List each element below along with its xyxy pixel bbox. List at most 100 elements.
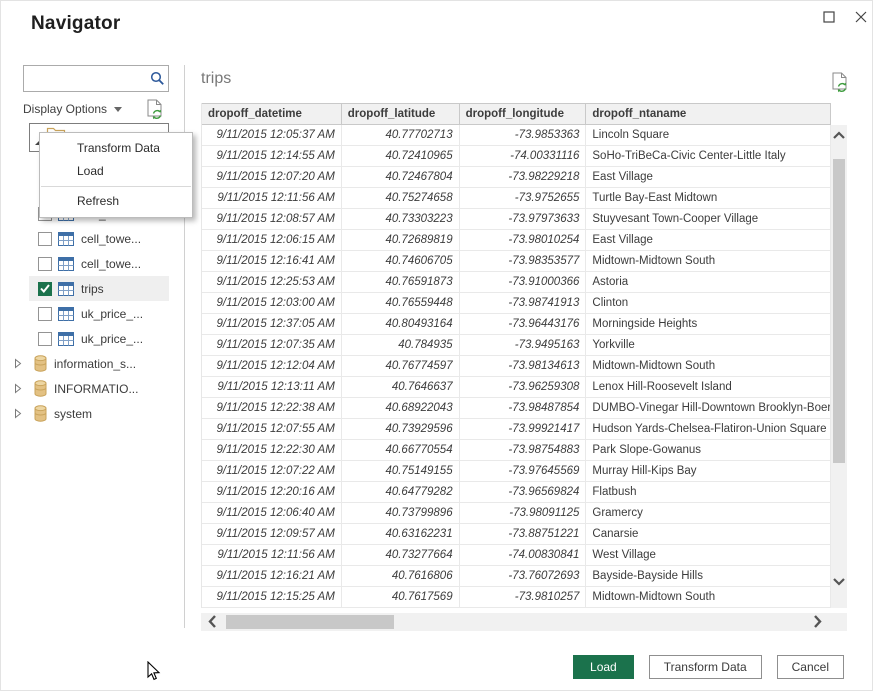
load-button[interactable]: Load <box>573 655 634 679</box>
transform-data-button[interactable]: Transform Data <box>649 655 762 679</box>
maximize-button[interactable] <box>818 7 840 27</box>
table-cell: -73.98091125 <box>460 503 587 523</box>
table-cell: Murray Hill-Kips Bay <box>586 461 831 481</box>
table-cell: East Village <box>586 230 831 250</box>
table-cell: 9/11/2015 12:22:38 AM <box>202 398 342 418</box>
scroll-down-icon[interactable] <box>831 578 847 586</box>
table-cell: -73.76072693 <box>460 566 587 586</box>
table-row: 9/11/2015 12:03:00 AM40.76559448-73.9874… <box>202 293 831 314</box>
table-cell: -73.88751221 <box>460 524 587 544</box>
item-label: system <box>54 407 92 421</box>
table-cell: 9/11/2015 12:37:05 AM <box>202 314 342 334</box>
scroll-up-icon[interactable] <box>831 131 847 139</box>
sidebar-item-informatio[interactable]: INFORMATIO... <box>1 376 183 401</box>
chevron-down-icon <box>114 107 122 112</box>
table-row: 9/11/2015 12:07:20 AM40.72467804-73.9822… <box>202 167 831 188</box>
table-cell: Canarsie <box>586 524 831 544</box>
menu-item-load[interactable]: Load <box>40 160 192 183</box>
table-cell: -73.9810257 <box>460 587 587 607</box>
scroll-right-icon[interactable] <box>814 615 822 633</box>
chevron-collapsed-icon[interactable] <box>14 408 22 419</box>
table-cell: Morningside Heights <box>586 314 831 334</box>
table-cell: Lincoln Square <box>586 125 831 145</box>
horizontal-scroll-thumb[interactable] <box>226 615 394 629</box>
refresh-preview-icon[interactable] <box>831 72 849 93</box>
table-cell: 40.75274658 <box>342 188 460 208</box>
table-cell: 9/11/2015 12:12:04 AM <box>202 356 342 376</box>
item-checkbox[interactable] <box>38 232 52 246</box>
table-row: 9/11/2015 12:37:05 AM40.80493164-73.9644… <box>202 314 831 335</box>
chevron-collapsed-icon[interactable] <box>14 358 22 369</box>
chevron-collapsed-icon[interactable] <box>14 383 22 394</box>
horizontal-scrollbar[interactable] <box>201 613 831 631</box>
table-cell: -73.9495163 <box>460 335 587 355</box>
mouse-cursor <box>147 661 161 686</box>
table-cell: 9/11/2015 12:06:40 AM <box>202 503 342 523</box>
table-body: 9/11/2015 12:05:37 AM40.77702713-73.9853… <box>202 125 831 608</box>
table-cell: 40.63162231 <box>342 524 460 544</box>
column-header-dropoff-latitude: dropoff_latitude <box>342 104 460 124</box>
item-checkbox[interactable] <box>38 257 52 271</box>
table-cell: 9/11/2015 12:14:55 AM <box>202 146 342 166</box>
sidebar-item-uk-price[interactable]: uk_price_... <box>29 326 169 351</box>
table-cell: -73.91000366 <box>460 272 587 292</box>
search-box[interactable] <box>23 65 169 92</box>
table-cell: DUMBO-Vinegar Hill-Downtown Brooklyn-Boe… <box>586 398 831 418</box>
display-options-dropdown[interactable]: Display Options <box>23 102 122 116</box>
table-row: 9/11/2015 12:06:15 AM40.72689819-73.9801… <box>202 230 831 251</box>
table-header-row: dropoff_datetimedropoff_latitudedropoff_… <box>202 103 831 125</box>
table-cell: 40.76591873 <box>342 272 460 292</box>
table-row: 9/11/2015 12:22:30 AM40.66770554-73.9875… <box>202 440 831 461</box>
table-row: 9/11/2015 12:09:57 AM40.63162231-73.8875… <box>202 524 831 545</box>
sidebar-item-uk-price[interactable]: uk_price_... <box>29 301 169 326</box>
table-cell: -73.98229218 <box>460 167 587 187</box>
table-icon <box>58 232 74 246</box>
table-row: 9/11/2015 12:07:22 AM40.75149155-73.9764… <box>202 461 831 482</box>
table-cell: 40.784935 <box>342 335 460 355</box>
search-input[interactable] <box>24 66 146 91</box>
table-cell: 40.72410965 <box>342 146 460 166</box>
table-cell: West Village <box>586 545 831 565</box>
cancel-button[interactable]: Cancel <box>777 655 844 679</box>
table-cell: Midtown-Midtown South <box>586 587 831 607</box>
table-cell: 9/11/2015 12:16:21 AM <box>202 566 342 586</box>
table-row: 9/11/2015 12:05:37 AM40.77702713-73.9853… <box>202 125 831 146</box>
sidebar-item-cell-towe[interactable]: cell_towe... <box>29 226 169 251</box>
sidebar-item-trips[interactable]: trips <box>29 276 169 301</box>
search-icon[interactable] <box>146 71 168 86</box>
item-checkbox[interactable] <box>38 282 52 296</box>
table-cell: 40.7617569 <box>342 587 460 607</box>
table-cell: 9/11/2015 12:08:57 AM <box>202 209 342 229</box>
table-cell: 40.77702713 <box>342 125 460 145</box>
vertical-scroll-thumb[interactable] <box>833 159 845 463</box>
table-cell: Flatbush <box>586 482 831 502</box>
table-cell: 9/11/2015 12:07:35 AM <box>202 335 342 355</box>
close-button[interactable] <box>850 7 872 27</box>
menu-separator <box>41 186 191 187</box>
sidebar-item-cell-towe[interactable]: cell_towe... <box>29 251 169 276</box>
column-header-dropoff-ntaname: dropoff_ntaname <box>586 104 831 124</box>
table-cell: -74.00331116 <box>460 146 587 166</box>
table-cell: -73.97645569 <box>460 461 587 481</box>
scroll-left-icon[interactable] <box>208 615 216 633</box>
table-cell: -74.00830841 <box>460 545 587 565</box>
database-icon <box>34 355 47 372</box>
sidebar-item-system[interactable]: system <box>1 401 183 426</box>
menu-item-transform-data[interactable]: Transform Data <box>40 137 192 160</box>
table-cell: Lenox Hill-Roosevelt Island <box>586 377 831 397</box>
table-cell: 40.73929596 <box>342 419 460 439</box>
table-cell: 40.7616806 <box>342 566 460 586</box>
scrollbar-corner <box>831 613 847 631</box>
refresh-sidebar-icon[interactable] <box>146 99 164 120</box>
menu-item-refresh[interactable]: Refresh <box>40 190 192 213</box>
vertical-scrollbar[interactable] <box>831 125 847 608</box>
item-checkbox[interactable] <box>38 332 52 346</box>
table-cell: Turtle Bay-East Midtown <box>586 188 831 208</box>
table-cell: -73.98353577 <box>460 251 587 271</box>
table-row: 9/11/2015 12:16:21 AM40.7616806-73.76072… <box>202 566 831 587</box>
table-cell: 40.73799896 <box>342 503 460 523</box>
table-cell: Astoria <box>586 272 831 292</box>
sidebar-item-information-s[interactable]: information_s... <box>1 351 183 376</box>
item-checkbox[interactable] <box>38 307 52 321</box>
table-icon <box>58 282 74 296</box>
